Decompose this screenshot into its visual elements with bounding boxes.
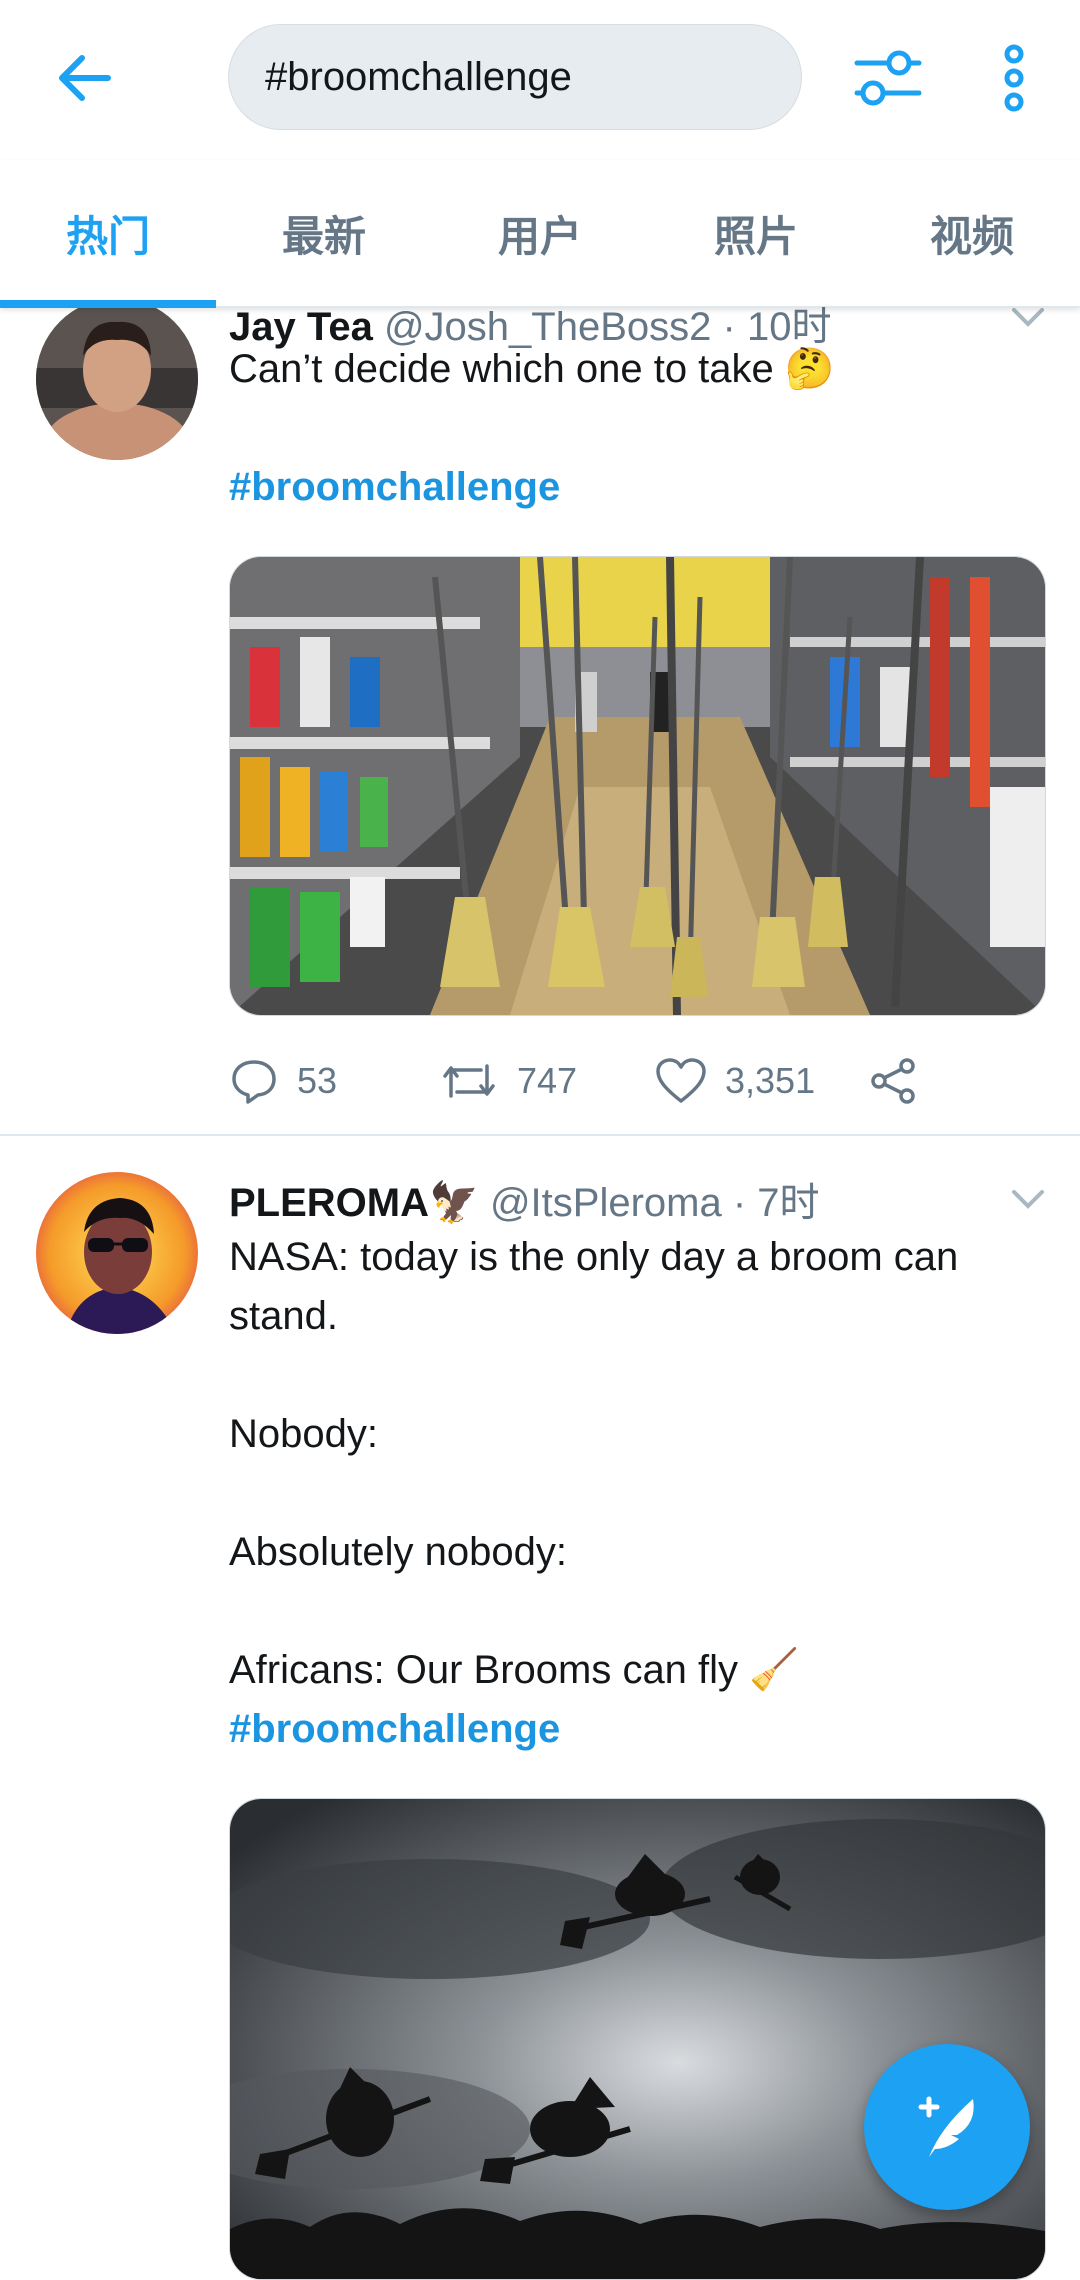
retweet-icon	[443, 1064, 495, 1098]
tab-videos[interactable]: 视频	[864, 160, 1080, 306]
search-input[interactable]: #broomchallenge	[228, 24, 802, 130]
tab-latest[interactable]: 最新	[216, 160, 432, 306]
tweet-photo[interactable]	[229, 556, 1046, 1016]
tweet-text: Can’t decide which one to take 🤔	[229, 347, 835, 391]
tweet-time: · 7时	[732, 1181, 820, 1225]
tab-top[interactable]: 热门	[0, 160, 216, 306]
compose-feather-icon	[918, 2096, 974, 2157]
tweet-text-line: Nobody:	[229, 1412, 378, 1456]
more-vertical-icon	[1004, 44, 1024, 112]
active-tab-indicator	[0, 300, 216, 308]
tweet-card[interactable]: Jay Tea @Josh_TheBoss2 · 10时 Can’t decid…	[0, 306, 1080, 1136]
tweet-text-line: NASA: today is the only day a broom can …	[229, 1235, 959, 1338]
reply-button[interactable]: 53	[229, 1046, 337, 1116]
avatar[interactable]	[36, 306, 198, 460]
chevron-down-icon[interactable]	[1008, 1184, 1048, 1214]
retweet-count: 747	[517, 1060, 578, 1101]
tab-photos[interactable]: 照片	[648, 160, 864, 306]
more-options-button[interactable]	[984, 36, 1044, 120]
share-button[interactable]	[869, 1046, 919, 1116]
avatar[interactable]	[36, 1172, 198, 1334]
search-tabs: 热门 最新 用户 照片 视频	[0, 160, 1080, 308]
share-icon	[871, 1058, 915, 1104]
back-button[interactable]	[48, 42, 120, 114]
tweet-text-line: Absolutely nobody:	[229, 1530, 568, 1574]
sliders-icon	[854, 50, 922, 106]
hashtag-link[interactable]: #broomchallenge	[229, 1700, 1049, 1759]
reply-count: 53	[297, 1060, 338, 1101]
display-name[interactable]: PLEROMA🦅	[229, 1181, 479, 1225]
tweet-photo[interactable]	[229, 1798, 1046, 2280]
top-bar: #broomchallenge	[0, 0, 1080, 160]
retweet-button[interactable]: 747	[439, 1046, 577, 1116]
search-query: #broomchallenge	[265, 54, 572, 99]
tweet-text-line: Africans: Our Brooms can fly 🧹	[229, 1648, 799, 1692]
heart-icon	[656, 1058, 706, 1103]
compose-tweet-button[interactable]	[864, 2044, 1030, 2210]
reply-icon	[232, 1060, 276, 1104]
user-handle: @ItsPleroma	[489, 1181, 722, 1225]
tweet-divider	[0, 1134, 1080, 1136]
tab-people[interactable]: 用户	[432, 160, 648, 306]
arrow-left-icon	[59, 55, 111, 101]
like-count: 3,351	[725, 1060, 816, 1101]
hashtag-link[interactable]: #broomchallenge	[229, 458, 1049, 517]
like-button[interactable]: 3,351	[655, 1046, 815, 1116]
filter-button[interactable]	[848, 42, 928, 114]
chevron-down-icon[interactable]	[1008, 306, 1048, 332]
tweet-actions: 53 747 3,351	[229, 1046, 989, 1116]
